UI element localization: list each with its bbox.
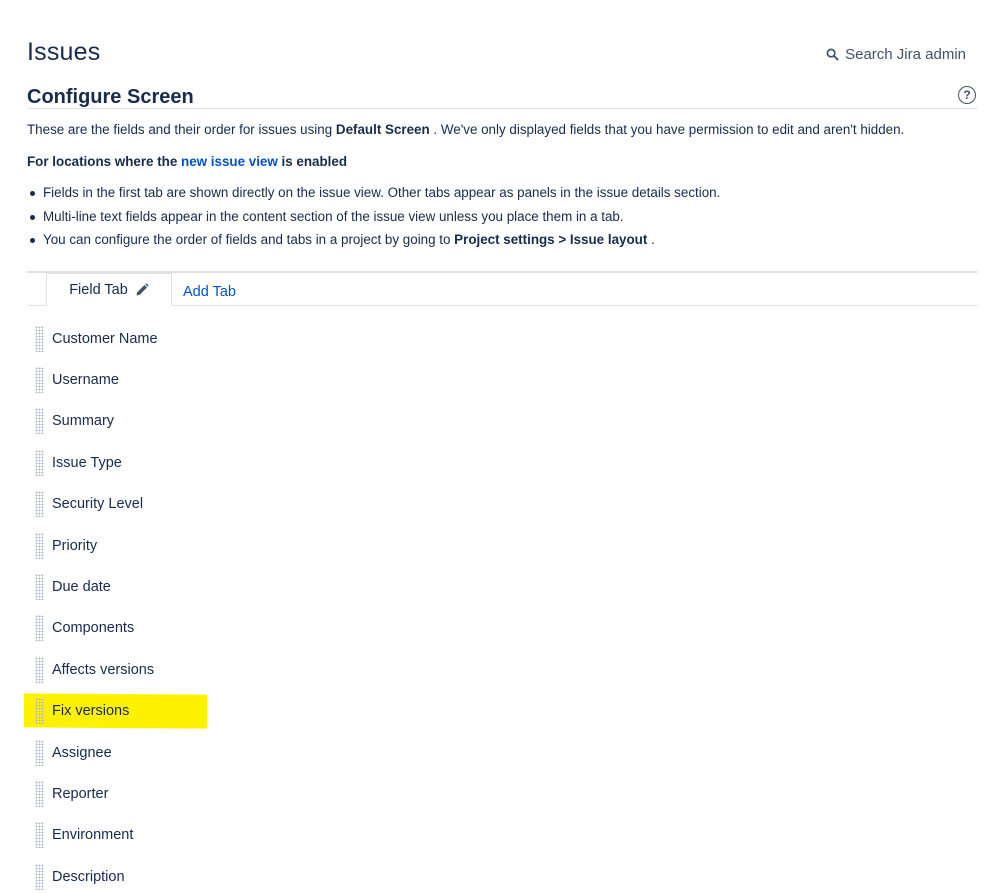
field-row[interactable]: Assignee	[35, 732, 635, 773]
configure-screen-page: Issues Search Jira admin Configure Scree…	[0, 0, 998, 894]
field-row[interactable]: Issue Type	[35, 442, 635, 483]
field-label: Priority	[52, 537, 98, 554]
drag-handle-icon[interactable]	[35, 739, 44, 766]
new-issue-view-heading: For locations where the new issue view i…	[27, 154, 347, 169]
field-row[interactable]: Security Level	[35, 484, 635, 525]
note-item: Fields in the first tab are shown direct…	[27, 185, 720, 209]
drag-handle-icon[interactable]	[35, 615, 44, 642]
drag-handle-icon[interactable]	[35, 698, 44, 725]
field-row[interactable]: Username	[35, 359, 635, 400]
search-icon	[826, 48, 839, 61]
page-title: Issues	[27, 38, 101, 66]
field-row[interactable]: Description	[35, 856, 635, 894]
field-row[interactable]: Environment	[35, 815, 635, 856]
location-suffix: is enabled	[277, 154, 348, 169]
field-row[interactable]: Fix versions	[23, 691, 635, 732]
field-label: Security Level	[52, 496, 144, 513]
drag-handle-icon[interactable]	[35, 574, 44, 601]
issue-view-notes: Fields in the first tab are shown direct…	[27, 185, 720, 256]
field-label: Affects versions	[52, 661, 155, 678]
search-jira-admin[interactable]: Search Jira admin	[826, 46, 966, 63]
project-note-after: .	[647, 232, 655, 247]
field-label: Environment	[52, 827, 134, 844]
field-label: Description	[52, 868, 125, 885]
screen-intro: These are the fields and their order for…	[27, 122, 904, 137]
field-row[interactable]: Customer Name	[35, 318, 635, 359]
screen-name: Default Screen	[335, 122, 430, 137]
pencil-icon[interactable]	[135, 282, 149, 297]
field-row[interactable]: Summary	[35, 401, 635, 442]
intro-after: . We've only displayed fields that you h…	[429, 122, 905, 137]
field-label: Due date	[52, 579, 111, 596]
field-row[interactable]: Due date	[35, 566, 635, 607]
field-row[interactable]: Reporter	[35, 773, 635, 814]
intro-before: These are the fields and their order for…	[27, 122, 336, 137]
field-row[interactable]: Priority	[35, 525, 635, 566]
field-label: Fix versions	[52, 703, 130, 720]
field-row[interactable]: Affects versions	[35, 649, 635, 690]
drag-handle-icon[interactable]	[35, 367, 44, 394]
field-label: Customer Name	[52, 330, 158, 347]
help-icon[interactable]: ?	[958, 86, 976, 104]
field-label: Assignee	[52, 744, 112, 761]
location-prefix: For locations where the	[27, 154, 182, 169]
project-note-before: You can configure the order of fields an…	[43, 232, 455, 247]
drag-handle-icon[interactable]	[35, 863, 44, 890]
field-label: Reporter	[52, 785, 109, 802]
note-item: Multi-line text fields appear in the con…	[27, 209, 720, 233]
drag-handle-icon[interactable]	[35, 532, 44, 559]
field-row[interactable]: Components	[35, 608, 635, 649]
search-label: Search Jira admin	[845, 46, 966, 63]
add-tab-link[interactable]: Add Tab	[183, 284, 236, 300]
drag-handle-icon[interactable]	[35, 780, 44, 807]
section-divider	[27, 108, 977, 109]
drag-handle-icon[interactable]	[35, 491, 44, 518]
field-label: Components	[52, 620, 135, 637]
field-label: Issue Type	[52, 454, 122, 471]
screen-field-list: Customer Name Username Summary Issue Type Se…	[23, 318, 635, 894]
new-issue-view-link[interactable]: new issue view	[181, 154, 278, 169]
field-label: Username	[52, 372, 119, 389]
drag-handle-icon[interactable]	[35, 408, 44, 435]
drag-handle-icon[interactable]	[35, 325, 44, 352]
project-settings-path: Project settings > Issue layout	[454, 232, 648, 247]
note-item-project: You can configure the order of fields an…	[27, 232, 720, 256]
section-title: Configure Screen	[27, 86, 194, 108]
tab-field-tab[interactable]: Field Tab	[46, 273, 172, 306]
tab-field-tab-label: Field Tab	[69, 281, 128, 298]
help-glyph: ?	[963, 88, 971, 102]
field-label: Summary	[52, 413, 115, 430]
drag-handle-icon[interactable]	[35, 656, 44, 683]
drag-handle-icon[interactable]	[35, 449, 44, 476]
drag-handle-icon[interactable]	[35, 822, 44, 849]
